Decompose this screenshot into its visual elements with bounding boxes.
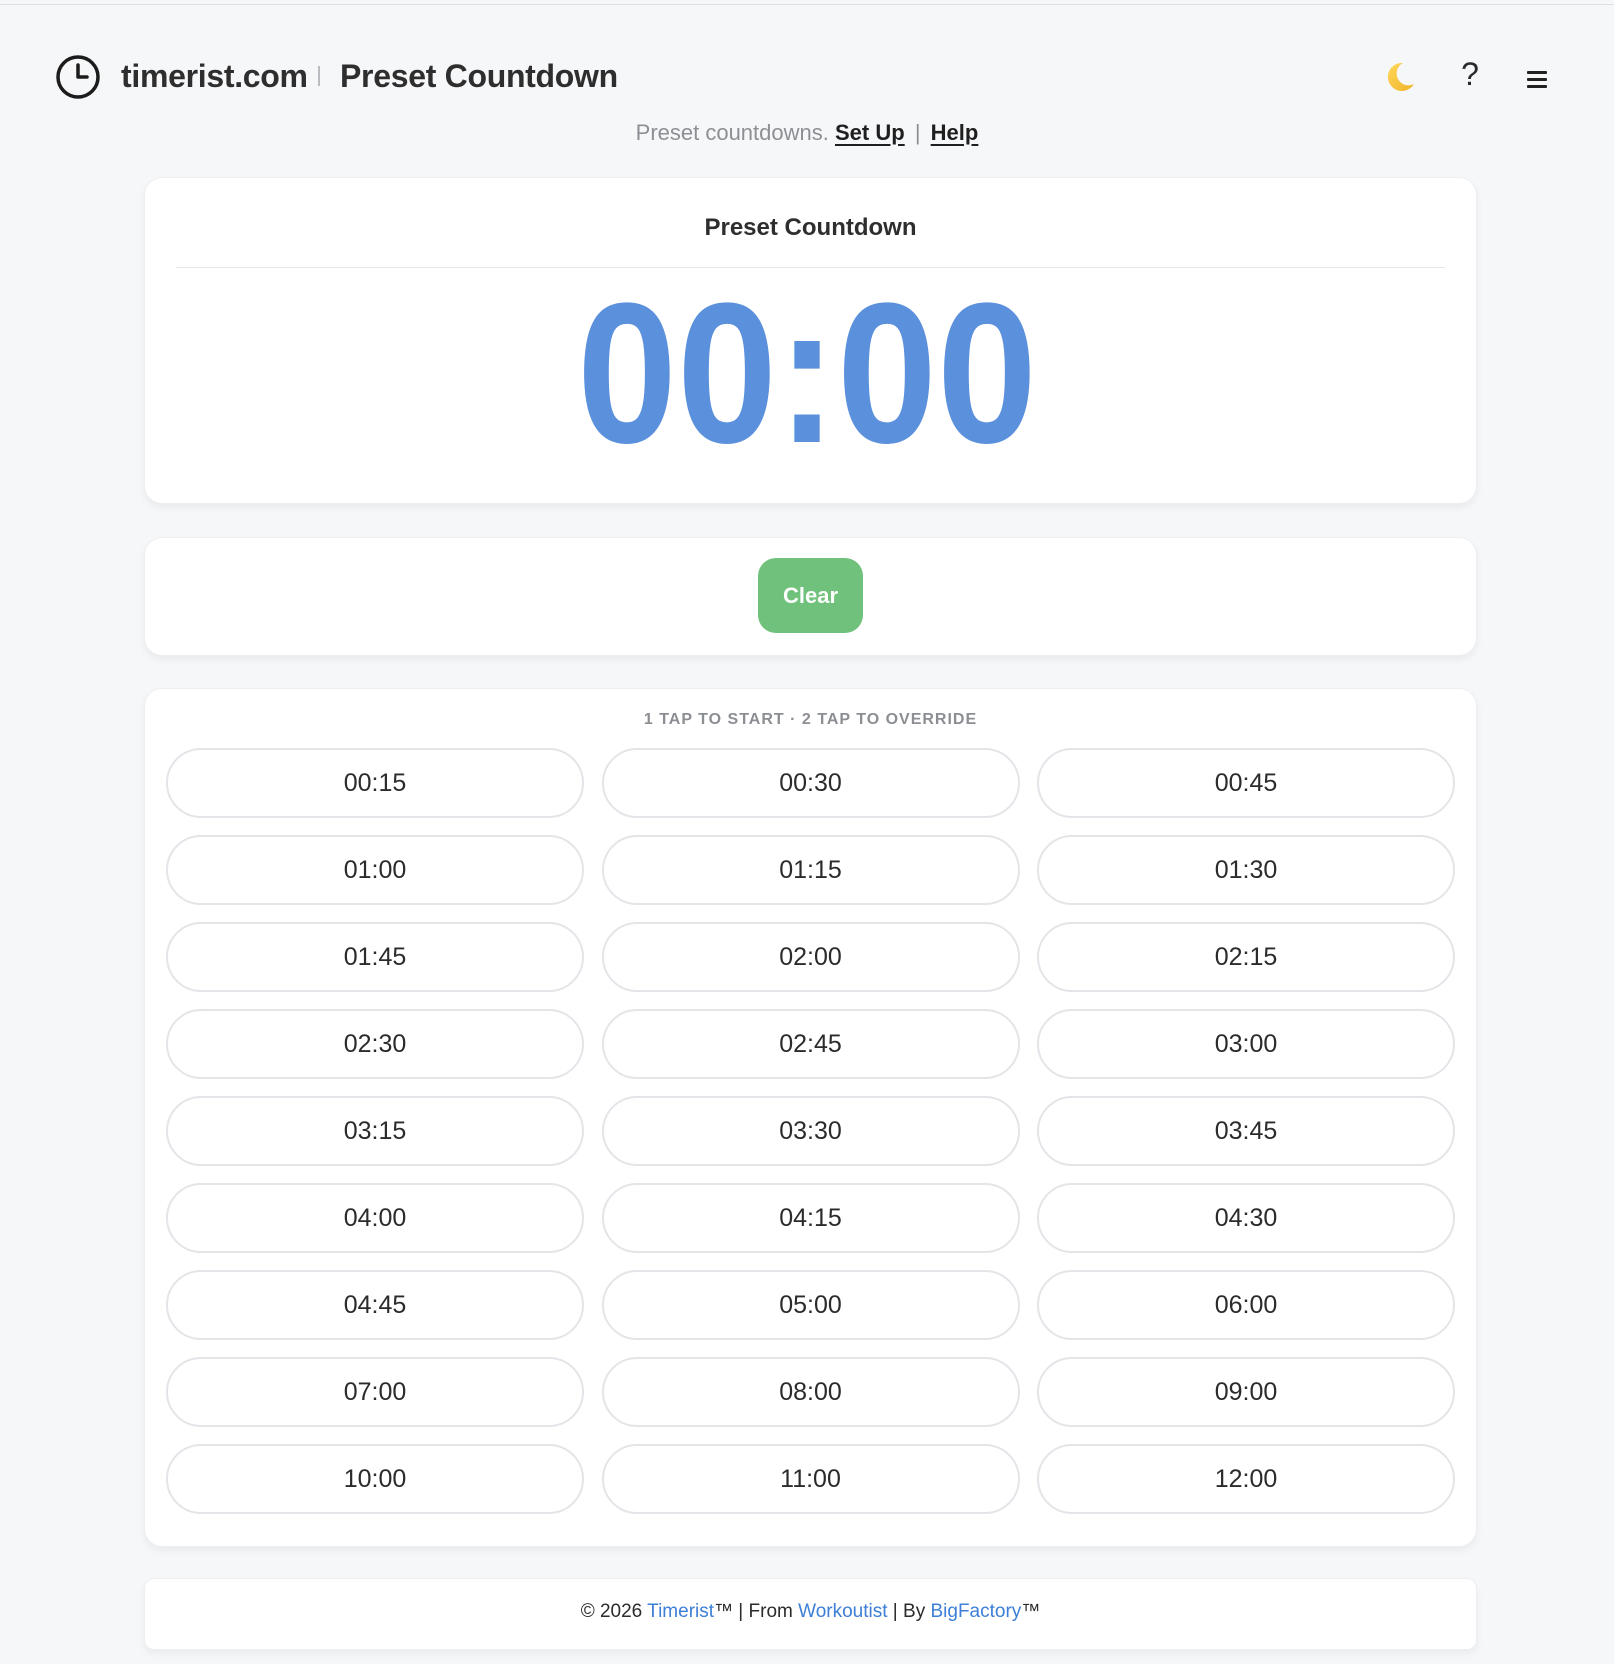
preset-hint: 1 TAP TO START · 2 TAP TO OVERRIDE [643,711,978,728]
clock-icon[interactable] [55,54,101,100]
timerist-link[interactable]: Timerist [647,1601,714,1622]
preset-button[interactable]: 02:00 [601,922,1020,992]
setup-link[interactable]: Set Up [835,120,905,145]
subtitle-separator: | [914,120,921,145]
preset-grid: 00:15 00:30 00:45 01:00 01:15 01:30 01:45 02:00… [166,748,1455,1514]
menu-icon-bar [1527,85,1547,88]
subtitle-text: Preset countdowns. [635,120,829,145]
preset-button[interactable]: 07:00 [166,1357,584,1427]
footer: © 2026 Timerist™ | From Workoutist | By … [144,1578,1477,1650]
preset-button[interactable]: 00:15 [166,748,584,818]
preset-button[interactable]: 04:15 [601,1183,1020,1253]
footer-from: ™ | From [714,1601,799,1622]
menu-icon[interactable] [1527,71,1547,89]
menu-icon-bar [1527,78,1547,81]
footer-by: | By [887,1601,931,1622]
site-brand[interactable]: timerist.com [121,58,308,95]
menu-icon-bar [1527,71,1547,74]
workoutist-link[interactable]: Workoutist [798,1601,887,1622]
page-title: Preset Countdown [340,58,618,94]
preset-button[interactable]: 01:30 [1037,835,1455,905]
display-title: Preset Countdown [704,214,917,241]
preset-button[interactable]: 00:30 [601,748,1020,818]
countdown-time: 00:00 [577,280,1037,450]
footer-trademark: ™ [1021,1601,1041,1622]
preset-button[interactable]: 00:45 [1037,748,1455,818]
preset-button[interactable]: 01:15 [601,835,1020,905]
display-divider [176,267,1445,268]
clear-button[interactable]: Clear [758,558,863,633]
preset-button[interactable]: 06:00 [1037,1270,1455,1340]
preset-button[interactable]: 04:30 [1037,1183,1455,1253]
preset-button[interactable]: 12:00 [1037,1444,1455,1514]
preset-button[interactable]: 04:00 [166,1183,584,1253]
preset-button[interactable]: 03:45 [1037,1096,1455,1166]
preset-button[interactable]: 02:30 [166,1009,584,1079]
preset-button[interactable]: 01:00 [166,835,584,905]
footer-text: © 2026 Timerist™ | From Workoutist | By … [145,1601,1476,1623]
preset-button[interactable]: 04:45 [166,1270,584,1340]
preset-button[interactable]: 03:30 [601,1096,1020,1166]
brand-divider [318,66,320,86]
page-subtitle: Preset countdowns. Set Up | Help [0,120,1614,146]
preset-button[interactable]: 03:00 [1037,1009,1455,1079]
preset-button[interactable]: 08:00 [601,1357,1020,1427]
bigfactory-link[interactable]: BigFactory [930,1601,1021,1622]
footer-copyright: © 2026 [580,1601,648,1622]
help-link[interactable]: Help [931,120,979,145]
countdown-time-text: 00:00 [577,280,1037,450]
preset-button[interactable]: 05:00 [601,1270,1020,1340]
preset-button[interactable]: 10:00 [166,1444,584,1514]
presets-card: 1 TAP TO START · 2 TAP TO OVERRIDE 00:15… [144,688,1477,1547]
preset-button[interactable]: 09:00 [1037,1357,1455,1427]
preset-button[interactable]: 02:45 [601,1009,1020,1079]
moon-icon[interactable] [1383,60,1417,94]
help-icon[interactable]: ? [1458,56,1482,93]
preset-button[interactable]: 02:15 [1037,922,1455,992]
preset-button[interactable]: 01:45 [166,922,584,992]
controls-card: Clear [144,537,1477,656]
preset-button[interactable]: 11:00 [601,1444,1020,1514]
preset-button[interactable]: 03:15 [166,1096,584,1166]
